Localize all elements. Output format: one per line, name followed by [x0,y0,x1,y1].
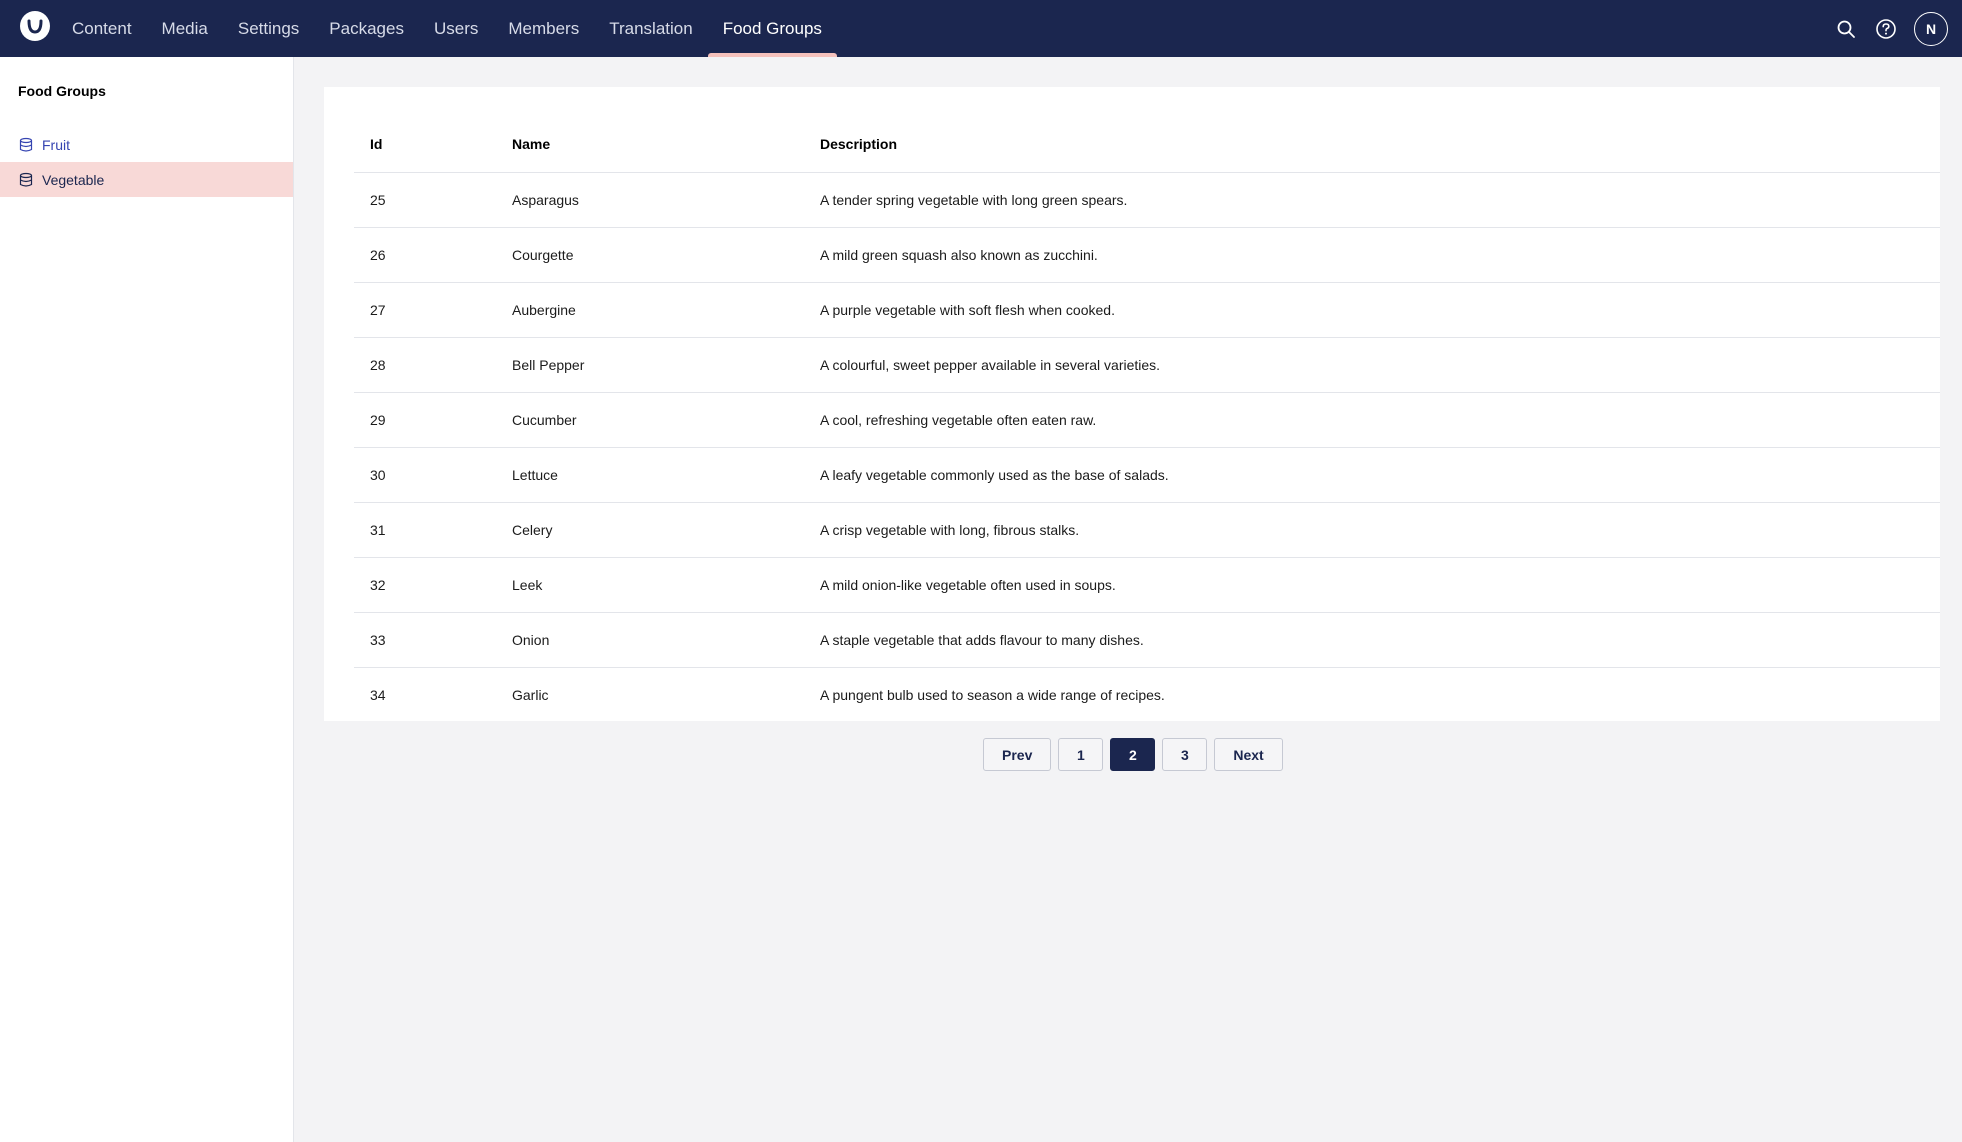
cell-id: 30 [354,446,496,502]
column-header-name[interactable]: Name [496,117,804,172]
table-header-row: Id Name Description [354,117,1940,172]
sidebar-title: Food Groups [18,83,106,99]
cell-description: A purple vegetable with soft flesh when … [804,281,1940,337]
sidebar-item-label: Fruit [42,136,70,153]
column-header-description[interactable]: Description [804,117,1940,172]
table-row[interactable]: 34 Garlic A pungent bulb used to season … [354,666,1940,722]
page-button-3[interactable]: 3 [1162,738,1208,771]
nav-users[interactable]: Users [419,0,493,57]
cell-name: Lettuce [496,446,804,502]
table-row[interactable]: 33 Onion A staple vegetable that adds fl… [354,611,1940,667]
food-table: Id Name Description 25 Asparagus A tende… [354,117,1940,722]
cell-id: 34 [354,666,496,722]
cell-id: 29 [354,391,496,447]
nav-media[interactable]: Media [147,0,223,57]
table-row[interactable]: 29 Cucumber A cool, refreshing vegetable… [354,391,1940,447]
cell-description: A cool, refreshing vegetable often eaten… [804,391,1940,447]
top-navigation-bar: Content Media Settings Packages Users Me… [0,0,1962,57]
cell-description: A mild onion-like vegetable often used i… [804,556,1940,612]
table-row[interactable]: 32 Leek A mild onion-like vegetable ofte… [354,556,1940,612]
cell-id: 33 [354,611,496,667]
pagination: Prev 1 2 3 Next [983,738,1283,771]
cell-name: Leek [496,556,804,612]
cell-name: Celery [496,501,804,557]
cell-id: 27 [354,281,496,337]
umbraco-logo[interactable] [20,11,50,41]
cell-name: Asparagus [496,171,804,227]
cell-id: 28 [354,336,496,392]
sidebar-item-vegetable[interactable]: Vegetable [0,162,293,197]
page-button-2[interactable]: 2 [1110,738,1156,771]
cell-name: Cucumber [496,391,804,447]
cell-description: A staple vegetable that adds flavour to … [804,611,1940,667]
page-button-1[interactable]: 1 [1058,738,1104,771]
table-row[interactable]: 25 Asparagus A tender spring vegetable w… [354,171,1940,227]
database-icon [18,137,34,153]
sidebar: Food Groups Fruit Vegetable [0,57,294,1142]
search-icon [1837,20,1855,38]
column-header-id[interactable]: Id [354,117,496,172]
cell-name: Garlic [496,666,804,722]
cell-description: A pungent bulb used to season a wide ran… [804,666,1940,722]
section-nav: Content Media Settings Packages Users Me… [57,0,838,57]
table-row[interactable]: 31 Celery A crisp vegetable with long, f… [354,501,1940,557]
search-button[interactable] [1826,9,1866,49]
help-button[interactable] [1866,9,1906,49]
table-row[interactable]: 30 Lettuce A leafy vegetable commonly us… [354,446,1940,502]
logo-icon [27,19,43,34]
cell-id: 32 [354,556,496,612]
sidebar-item-label: Vegetable [42,171,105,188]
cell-description: A mild green squash also known as zucchi… [804,226,1940,282]
cell-description: A tender spring vegetable with long gree… [804,171,1940,227]
table-panel: Id Name Description 25 Asparagus A tende… [324,87,1940,722]
nav-settings[interactable]: Settings [223,0,314,57]
cell-id: 26 [354,226,496,282]
prev-page-button[interactable]: Prev [983,738,1052,771]
nav-packages[interactable]: Packages [314,0,419,57]
nav-members[interactable]: Members [493,0,594,57]
cell-id: 31 [354,501,496,557]
cell-name: Courgette [496,226,804,282]
cell-description: A crisp vegetable with long, fibrous sta… [804,501,1940,557]
cell-name: Bell Pepper [496,336,804,392]
header-tools: N [1826,0,1948,57]
cell-id: 25 [354,171,496,227]
nav-food-groups[interactable]: Food Groups [707,0,838,57]
table-row[interactable]: 26 Courgette A mild green squash also kn… [354,226,1940,282]
database-icon [18,172,34,188]
user-avatar[interactable]: N [1914,11,1948,46]
sidebar-item-fruit[interactable]: Fruit [0,127,293,162]
table-row[interactable]: 28 Bell Pepper A colourful, sweet pepper… [354,336,1940,392]
cell-description: A colourful, sweet pepper available in s… [804,336,1940,392]
cell-name: Onion [496,611,804,667]
cell-description: A leafy vegetable commonly used as the b… [804,446,1940,502]
nav-translation[interactable]: Translation [594,0,707,57]
help-icon [1876,18,1896,39]
cell-name: Aubergine [496,281,804,337]
next-page-button[interactable]: Next [1214,738,1283,771]
table-row[interactable]: 27 Aubergine A purple vegetable with sof… [354,281,1940,337]
nav-content[interactable]: Content [57,0,147,57]
